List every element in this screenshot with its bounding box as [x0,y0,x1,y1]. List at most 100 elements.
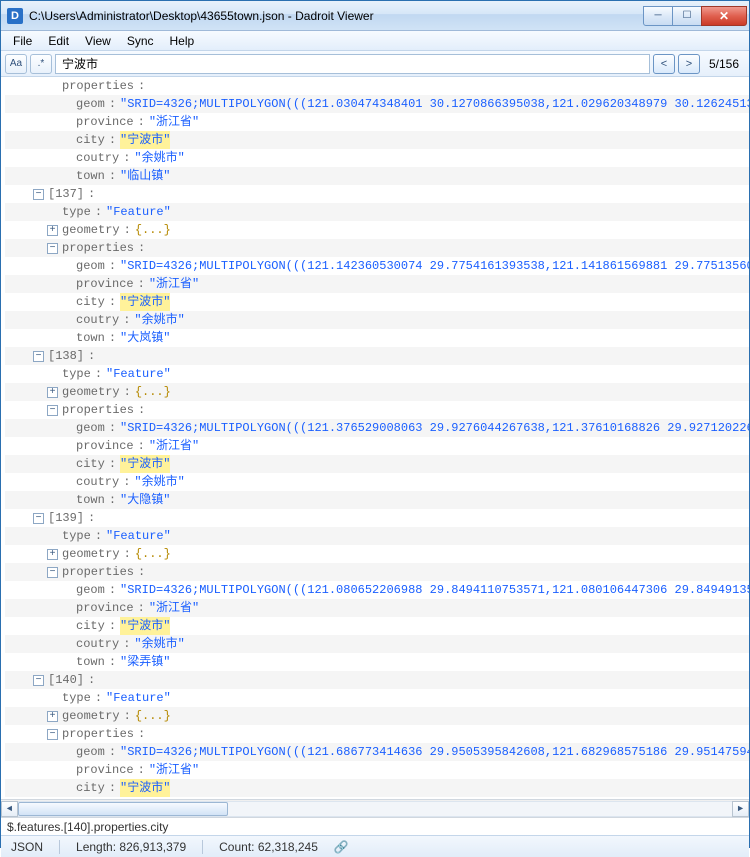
menu-file[interactable]: File [5,32,40,50]
collapse-icon[interactable]: − [33,513,44,524]
node-key: geom [76,95,105,113]
tree-row[interactable]: city:"宁波市" [5,779,749,797]
tree-row[interactable]: coutry:"余姚市" [5,473,749,491]
menu-view[interactable]: View [77,32,119,50]
node-key: geom [76,581,105,599]
search-input[interactable] [55,54,650,74]
collapse-icon[interactable]: − [33,189,44,200]
tree-row[interactable]: province:"浙江省" [5,275,749,293]
tree-row[interactable]: properties: [5,77,749,95]
tree-row[interactable]: town:"梁弄镇" [5,653,749,671]
case-sensitive-toggle[interactable]: Aa [5,54,27,74]
regex-toggle[interactable]: .* [30,54,52,74]
status-separator [202,840,203,854]
collapse-icon[interactable]: − [47,405,58,416]
node-value: "浙江省" [149,275,199,293]
tree-row[interactable]: −properties: [5,725,749,743]
menu-help[interactable]: Help [162,32,203,50]
node-value: "Feature" [106,689,171,707]
node-value: "宁波市" [120,617,170,635]
tree-row[interactable]: province:"浙江省" [5,113,749,131]
link-icon[interactable]: 🔗 [334,840,349,854]
close-icon: ✕ [719,9,729,23]
collapse-icon[interactable]: − [47,729,58,740]
tree-row[interactable]: −properties: [5,401,749,419]
json-path: $.features.[140].properties.city [7,820,168,834]
tree-row[interactable]: +geometry:{...} [5,707,749,725]
tree-row[interactable]: type:"Feature" [5,689,749,707]
tree-row[interactable]: −properties: [5,563,749,581]
node-key: town [76,653,105,671]
expand-icon[interactable]: + [47,711,58,722]
tree-row[interactable]: town:"大隐镇" [5,491,749,509]
node-key: properties [62,401,134,419]
minimize-button[interactable]: ─ [643,6,673,26]
tree-row[interactable]: province:"浙江省" [5,599,749,617]
tree-row[interactable]: type:"Feature" [5,365,749,383]
tree-row[interactable]: coutry:"余姚市" [5,149,749,167]
tree-row[interactable]: −[139]: [5,509,749,527]
node-value: "SRID=4326;MULTIPOLYGON(((121.1423605300… [120,257,749,275]
tree-row[interactable]: type:"Feature" [5,203,749,221]
expand-icon[interactable]: + [47,225,58,236]
collapse-icon[interactable]: − [33,351,44,362]
tree-row[interactable]: geom:"SRID=4326;MULTIPOLYGON(((121.14236… [5,257,749,275]
scroll-right-arrow[interactable]: ► [732,801,749,817]
tree-row[interactable]: province:"浙江省" [5,761,749,779]
node-value: "宁波市" [120,455,170,473]
tree-view[interactable]: properties:geom:"SRID=4326;MULTIPOLYGON(… [1,77,749,817]
tree-row[interactable]: city:"宁波市" [5,131,749,149]
menu-edit[interactable]: Edit [40,32,77,50]
node-value: "宁波市" [120,131,170,149]
node-key: geom [76,257,105,275]
tree-row[interactable]: town:"大岚镇" [5,329,749,347]
path-bar: $.features.[140].properties.city [1,817,749,835]
search-next-button[interactable]: > [678,54,700,74]
tree-row[interactable]: city:"宁波市" [5,617,749,635]
node-value: "大隐镇" [120,491,170,509]
scroll-track[interactable] [18,801,732,817]
tree-row[interactable]: city:"宁波市" [5,455,749,473]
node-key: [138] [48,347,84,365]
collapse-icon[interactable]: − [33,675,44,686]
node-key: geom [76,419,105,437]
node-key: town [76,329,105,347]
tree-row[interactable]: coutry:"余姚市" [5,635,749,653]
node-value: "Feature" [106,527,171,545]
maximize-button[interactable]: ☐ [672,6,702,26]
tree-row[interactable]: −[137]: [5,185,749,203]
node-value: "浙江省" [149,599,199,617]
tree-row[interactable]: +geometry:{...} [5,221,749,239]
tree-row[interactable]: +geometry:{...} [5,545,749,563]
collapse-icon[interactable]: − [47,243,58,254]
tree-row[interactable]: province:"浙江省" [5,437,749,455]
expand-icon[interactable]: + [47,387,58,398]
search-prev-button[interactable]: < [653,54,675,74]
node-key: geometry [62,707,120,725]
close-button[interactable]: ✕ [701,6,747,26]
status-count: Count: 62,318,245 [215,840,322,854]
tree-row[interactable]: −properties: [5,239,749,257]
status-filetype: JSON [7,840,47,854]
node-key: [137] [48,185,84,203]
scroll-thumb[interactable] [18,802,228,816]
tree-row[interactable]: type:"Feature" [5,527,749,545]
horizontal-scrollbar[interactable]: ◄ ► [1,799,749,817]
tree-row[interactable]: geom:"SRID=4326;MULTIPOLYGON(((121.08065… [5,581,749,599]
scroll-left-arrow[interactable]: ◄ [1,801,18,817]
window-title: C:\Users\Administrator\Desktop\43655town… [29,9,644,23]
tree-row[interactable]: −[138]: [5,347,749,365]
tree-row[interactable]: coutry:"余姚市" [5,311,749,329]
tree-row[interactable]: −[140]: [5,671,749,689]
node-value: "余姚市" [134,311,184,329]
tree-row[interactable]: geom:"SRID=4326;MULTIPOLYGON(((121.03047… [5,95,749,113]
tree-row[interactable]: geom:"SRID=4326;MULTIPOLYGON(((121.68677… [5,743,749,761]
tree-row[interactable]: town:"临山镇" [5,167,749,185]
tree-row[interactable]: city:"宁波市" [5,293,749,311]
tree-row[interactable]: geom:"SRID=4326;MULTIPOLYGON(((121.37652… [5,419,749,437]
tree-row[interactable]: +geometry:{...} [5,383,749,401]
menu-sync[interactable]: Sync [119,32,162,50]
collapse-icon[interactable]: − [47,567,58,578]
expand-icon[interactable]: + [47,549,58,560]
node-key: coutry [76,311,119,329]
